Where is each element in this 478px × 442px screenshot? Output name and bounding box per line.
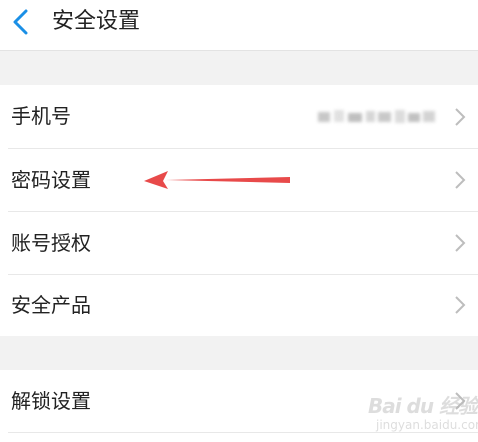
navigation-bar: 安全设置 [0,0,478,51]
row-label: 密码设置 [11,168,91,192]
row-label: 手机号 [11,104,71,128]
chevron-right-icon [454,295,466,315]
row-label: 安全产品 [11,293,91,317]
chevron-right-icon [454,233,466,253]
watermark-text: Bai du 经验 [368,394,478,418]
chevron-left-icon[interactable] [10,9,32,35]
watermark-sub: jingyan.baidu.com [376,418,478,432]
settings-row-authorization[interactable]: 账号授权 [0,212,478,274]
redacted-phone-value [318,108,436,126]
chevron-right-icon [454,170,466,190]
section-gap [0,336,478,370]
page-title: 安全设置 [52,9,141,34]
settings-row-phone[interactable]: 手机号 [0,85,478,148]
settings-row-security-products[interactable]: 安全产品 [0,275,478,336]
chevron-right-icon [454,107,466,127]
annotation-arrow-icon [140,168,295,192]
row-label: 账号授权 [11,231,91,255]
watermark: Bai du 经验 jingyan.baidu.com [368,388,478,438]
row-label: 解锁设置 [11,389,91,413]
section-gap [0,51,478,85]
